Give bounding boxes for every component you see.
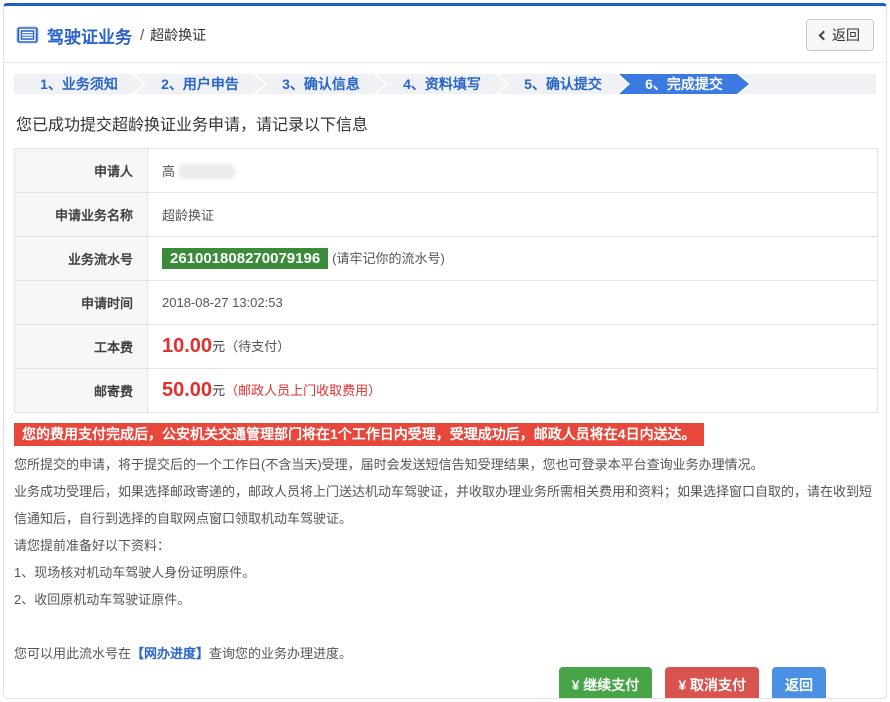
- step-bar-tail: [740, 74, 876, 94]
- table-row-apply-time: 申请时间 2018-08-27 13:02:53: [15, 281, 878, 325]
- success-message: 您已成功提交超龄换证业务申请，请记录以下信息: [16, 111, 874, 135]
- breadcrumb-separator: /: [140, 27, 144, 44]
- serial-value-cell: 261001808270079196 (请牢记你的流水号): [148, 237, 878, 281]
- redacted-name-blur: [178, 164, 236, 179]
- progress-line-suffix: 查询您的业务办理进度。: [209, 646, 352, 661]
- footer-actions: ¥ 继续支付 ¥ 取消支付 返回: [4, 667, 886, 699]
- notice-paragraph: 2、收回原机动车驾驶证原件。: [14, 586, 876, 613]
- progress-query-line: 您可以用此流水号在【网办进度】查询您的业务办理进度。: [14, 640, 876, 667]
- postage-fee-amount: 50.00: [162, 379, 212, 401]
- table-row-business-name: 申请业务名称 超龄换证: [15, 193, 878, 237]
- header: 驾驶证业务 / 超龄换证 返回: [4, 6, 886, 63]
- notice-paragraph: 1、现场核对机动车驾驶人身份证明原件。: [14, 559, 876, 586]
- step-6-complete-submit: 6、完成提交: [619, 74, 749, 94]
- postage-fee-cell: 50.00元（邮政人员上门收取费用）: [148, 369, 878, 413]
- notice-paragraph: 您所提交的申请，将于提交后的一个工作日(不含当天)受理，届时会发送短信告知受理结…: [14, 451, 876, 478]
- step-1-business-notice: 1、业务须知: [14, 74, 144, 94]
- page-container: 驾驶证业务 / 超龄换证 返回 1、业务须知 2、用户申告 3、确认信息 4、资…: [3, 3, 887, 699]
- progress-line-prefix: 您可以用此流水号在: [14, 646, 131, 661]
- table-row-postage-fee: 邮寄费 50.00元（邮政人员上门收取费用）: [15, 369, 878, 413]
- step-2-user-declaration: 2、用户申告: [135, 74, 265, 94]
- table-row-serial: 业务流水号 261001808270079196 (请牢记你的流水号): [15, 237, 878, 281]
- business-name-value: 超龄换证: [148, 193, 878, 237]
- chevron-left-icon: [819, 30, 829, 40]
- breadcrumb-current: 超龄换证: [150, 25, 206, 45]
- step-4-fill-materials: 4、资料填写: [377, 74, 507, 94]
- cancel-payment-button[interactable]: ¥ 取消支付: [665, 667, 759, 699]
- continue-payment-button[interactable]: ¥ 继续支付: [559, 667, 653, 699]
- online-progress-link[interactable]: 【网办进度】: [131, 646, 209, 661]
- serial-number-badge: 261001808270079196: [162, 248, 328, 269]
- license-business-icon: [16, 26, 39, 44]
- step-wizard: 1、业务须知 2、用户申告 3、确认信息 4、资料填写 5、确认提交 6、完成提…: [14, 74, 876, 94]
- notice-paragraph: 业务成功受理后，如果选择邮政寄递的，邮政人员将上门送达机动车驾驶证，并收取办理业…: [14, 478, 876, 532]
- postage-fee-unit: 元: [212, 383, 225, 398]
- production-fee-amount: 10.00: [162, 335, 212, 357]
- applicant-value-cell: 高: [148, 149, 878, 193]
- step-5-confirm-submit: 5、确认提交: [498, 74, 628, 94]
- applicant-value: 高: [162, 164, 175, 179]
- serial-note: (请牢记你的流水号): [332, 251, 445, 266]
- table-row-production-fee: 工本费 10.00元（待支付）: [15, 325, 878, 369]
- footer-back-button[interactable]: 返回: [772, 667, 826, 699]
- step-3-confirm-info: 3、确认信息: [256, 74, 386, 94]
- production-fee-unit: 元: [212, 339, 225, 354]
- application-info-table: 申请人 高 申请业务名称 超龄换证 业务流水号 2610018082700791…: [14, 148, 878, 413]
- header-back-label: 返回: [832, 25, 860, 45]
- production-fee-note: （待支付）: [225, 339, 290, 354]
- postage-fee-label: 邮寄费: [15, 369, 148, 413]
- notice-paragraph: 请您提前准备好以下资料：: [14, 532, 876, 559]
- business-name-label: 申请业务名称: [15, 193, 148, 237]
- production-fee-cell: 10.00元（待支付）: [148, 325, 878, 369]
- page-title: 驾驶证业务: [47, 23, 132, 48]
- payment-warning-banner: 您的费用支付完成后，公安机关交通管理部门将在1个工作日内受理，受理成功后，邮政人…: [14, 423, 704, 446]
- notice-text-block: 您所提交的申请，将于提交后的一个工作日(不含当天)受理，届时会发送短信告知受理结…: [14, 451, 876, 667]
- apply-time-label: 申请时间: [15, 281, 148, 325]
- serial-label: 业务流水号: [15, 237, 148, 281]
- applicant-label: 申请人: [15, 149, 148, 193]
- apply-time-value: 2018-08-27 13:02:53: [148, 281, 878, 325]
- production-fee-label: 工本费: [15, 325, 148, 369]
- postage-fee-note: （邮政人员上门收取费用）: [225, 383, 381, 398]
- header-back-button[interactable]: 返回: [806, 19, 874, 51]
- table-row-applicant: 申请人 高: [15, 149, 878, 193]
